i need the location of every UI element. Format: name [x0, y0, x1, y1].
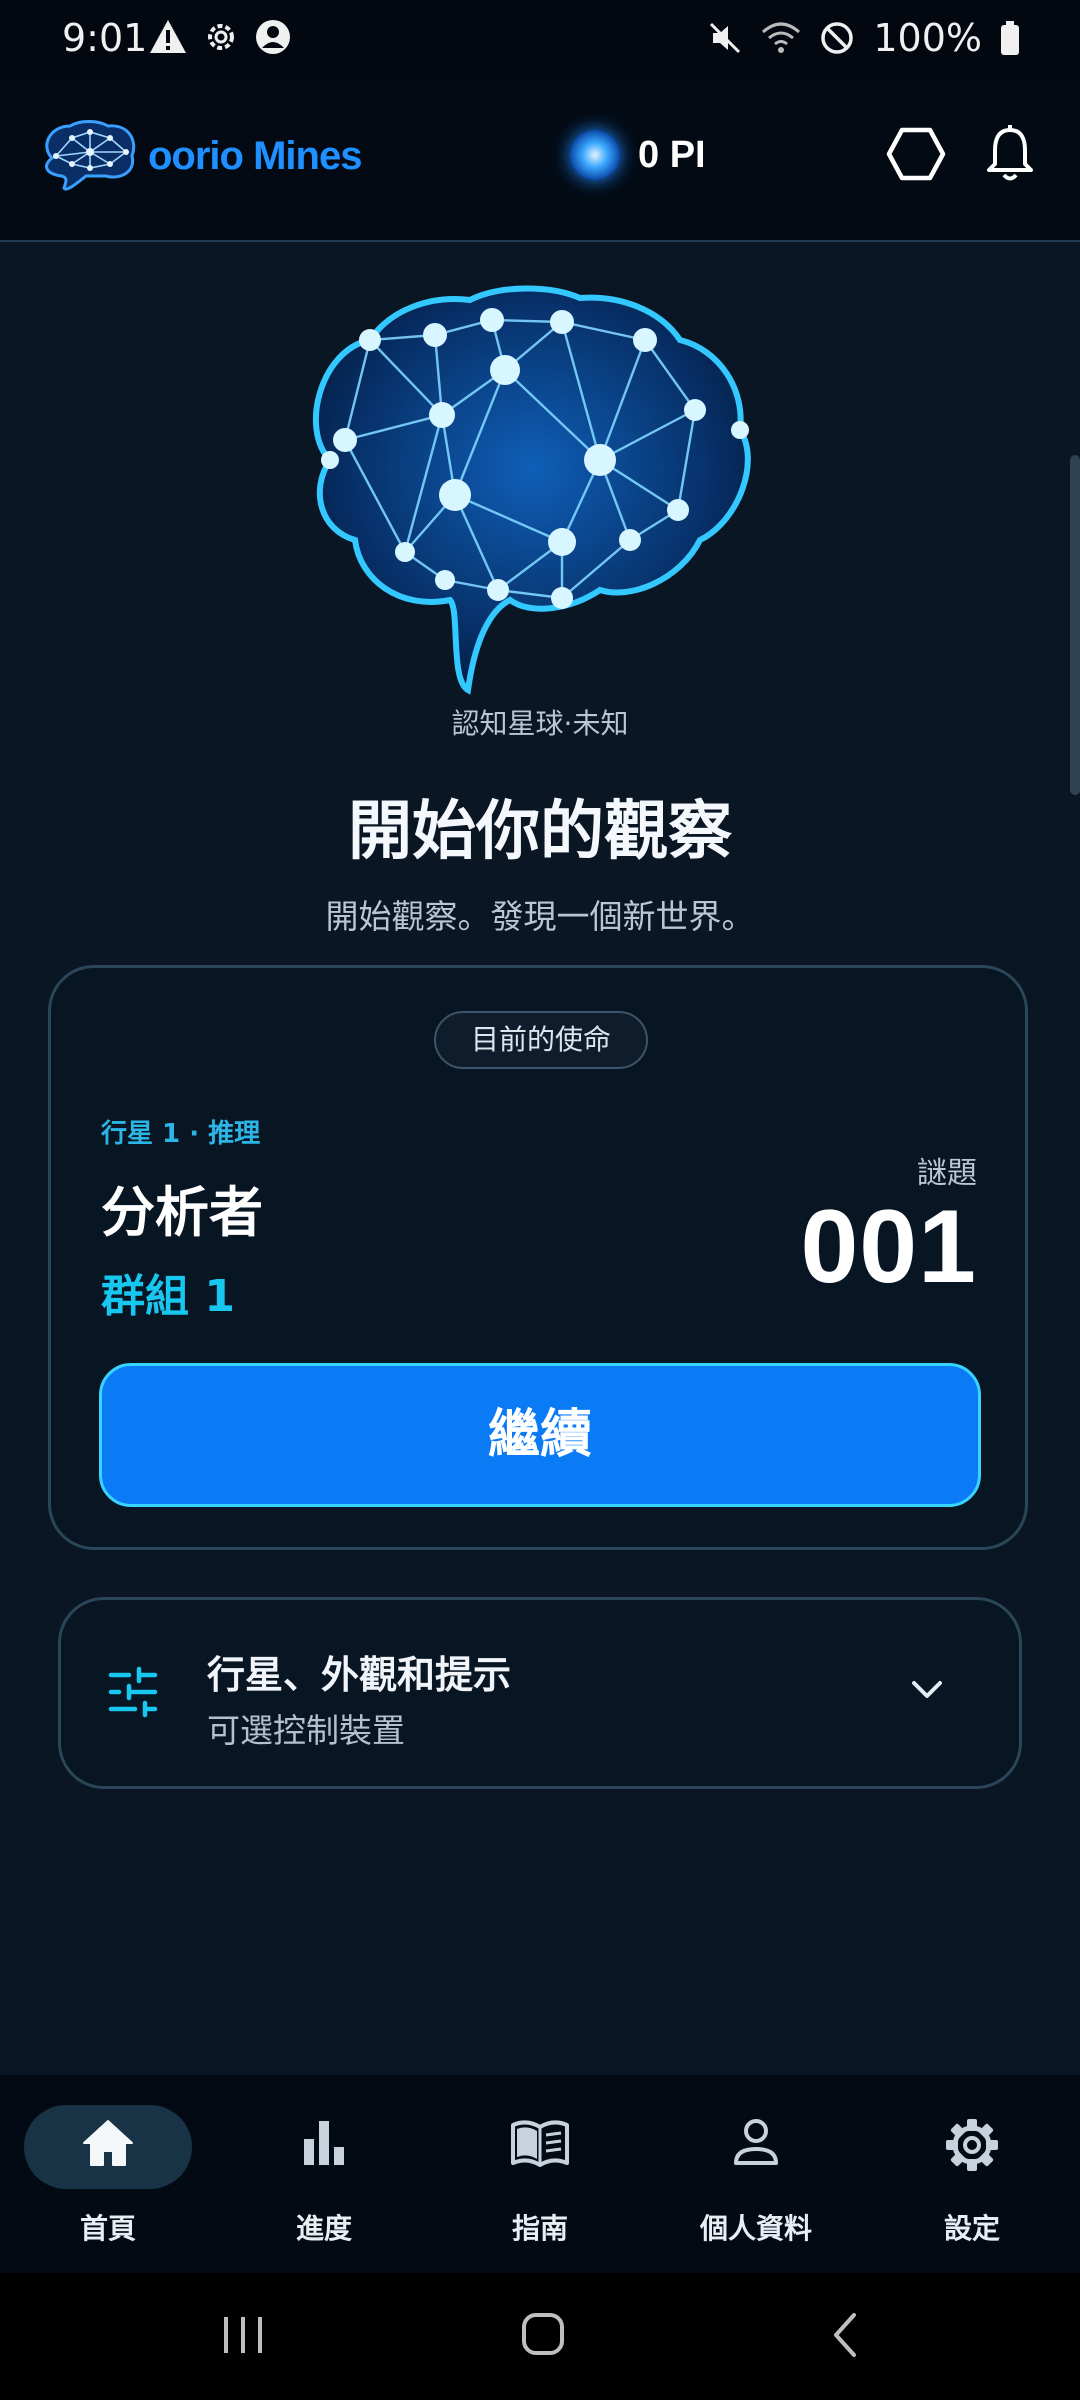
do-not-disturb-icon	[821, 22, 854, 54]
nav-label-home: 首頁	[79, 2212, 136, 2245]
status-left-icons	[148, 18, 292, 56]
mute-icon	[710, 22, 741, 54]
continue-button[interactable]: 繼續	[99, 1363, 981, 1507]
current-mission-card: 目前的使命 行星 1 · 推理 分析者 群組 1 謎題 001 繼續	[48, 965, 1028, 1550]
nav-label-progress: 進度	[295, 2212, 352, 2245]
brain-logo-icon	[45, 120, 136, 191]
hexagon-icon	[886, 127, 946, 181]
pi-balance[interactable]: 0 PI	[570, 130, 706, 180]
logo-text: oorio Mines	[148, 133, 362, 178]
nav-item-guide[interactable]: 指南	[432, 2075, 648, 2273]
nav-item-settings[interactable]: 設定	[864, 2075, 1080, 2273]
brain-network-icon	[313, 285, 751, 695]
back-icon[interactable]	[828, 2311, 862, 2359]
options-subtitle: 可選控制裝置	[207, 1711, 405, 1750]
chevron-down-icon[interactable]	[909, 1678, 945, 1702]
warning-icon	[150, 20, 186, 53]
puzzle-label: 謎題	[917, 1156, 977, 1191]
mission-path: 行星 1 · 推理	[101, 1119, 261, 1149]
sliders-icon	[108, 1666, 158, 1718]
hero-title: 開始你的觀察	[348, 795, 732, 869]
recent-apps-icon[interactable]	[220, 2313, 266, 2357]
nav-label-profile: 個人資料	[699, 2212, 812, 2245]
status-time: 9:01	[62, 16, 148, 60]
puzzle-number: 001	[800, 1189, 977, 1305]
mission-group: 群組 1	[101, 1271, 235, 1322]
home-circle-icon[interactable]	[520, 2311, 566, 2357]
mission-role: 分析者	[101, 1181, 263, 1244]
options-title: 行星、外觀和提示	[207, 1653, 512, 1697]
book-icon	[511, 2120, 569, 2167]
battery-icon	[1001, 21, 1019, 55]
hero-subtitle: 開始觀察。發現一個新世界。	[325, 897, 755, 936]
options-expander[interactable]: 行星、外觀和提示 可選控制裝置	[58, 1597, 1022, 1789]
nav-label-settings: 設定	[943, 2212, 1000, 2245]
app-logo[interactable]: oorio Mines	[36, 118, 362, 194]
settings-icon	[208, 24, 234, 50]
nav-item-home[interactable]: 首頁	[0, 2075, 216, 2273]
person-icon	[734, 2119, 778, 2165]
hexagon-button[interactable]	[886, 126, 946, 186]
wifi-icon	[762, 22, 801, 53]
mission-badge: 目前的使命	[434, 1011, 648, 1069]
notifications-button[interactable]	[985, 124, 1035, 188]
account-circle-icon	[256, 20, 290, 54]
home-icon	[83, 2120, 133, 2166]
system-navigation-bar	[0, 2273, 1080, 2400]
nav-item-progress[interactable]: 進度	[216, 2075, 432, 2273]
scrollbar-thumb[interactable]	[1070, 455, 1080, 795]
gear-icon	[946, 2119, 998, 2171]
bell-icon	[987, 125, 1033, 181]
planet-label: 認知星球·未知	[451, 707, 629, 740]
pi-balance-value: 0 PI	[638, 133, 706, 176]
status-right-icons: 100%	[707, 16, 1020, 60]
status-bar: 9:01 100%	[0, 0, 1080, 78]
nav-label-guide: 指南	[511, 2212, 568, 2245]
nav-item-profile[interactable]: 個人資料	[648, 2075, 864, 2273]
app-header: oorio Mines 0 PI	[0, 78, 1080, 242]
battery-percent: 100%	[873, 16, 982, 60]
bottom-navigation: 首頁 進度 指南 個人資料 設定	[0, 2075, 1080, 2273]
pi-orb-icon	[570, 130, 620, 180]
bar-chart-icon	[304, 2121, 344, 2165]
